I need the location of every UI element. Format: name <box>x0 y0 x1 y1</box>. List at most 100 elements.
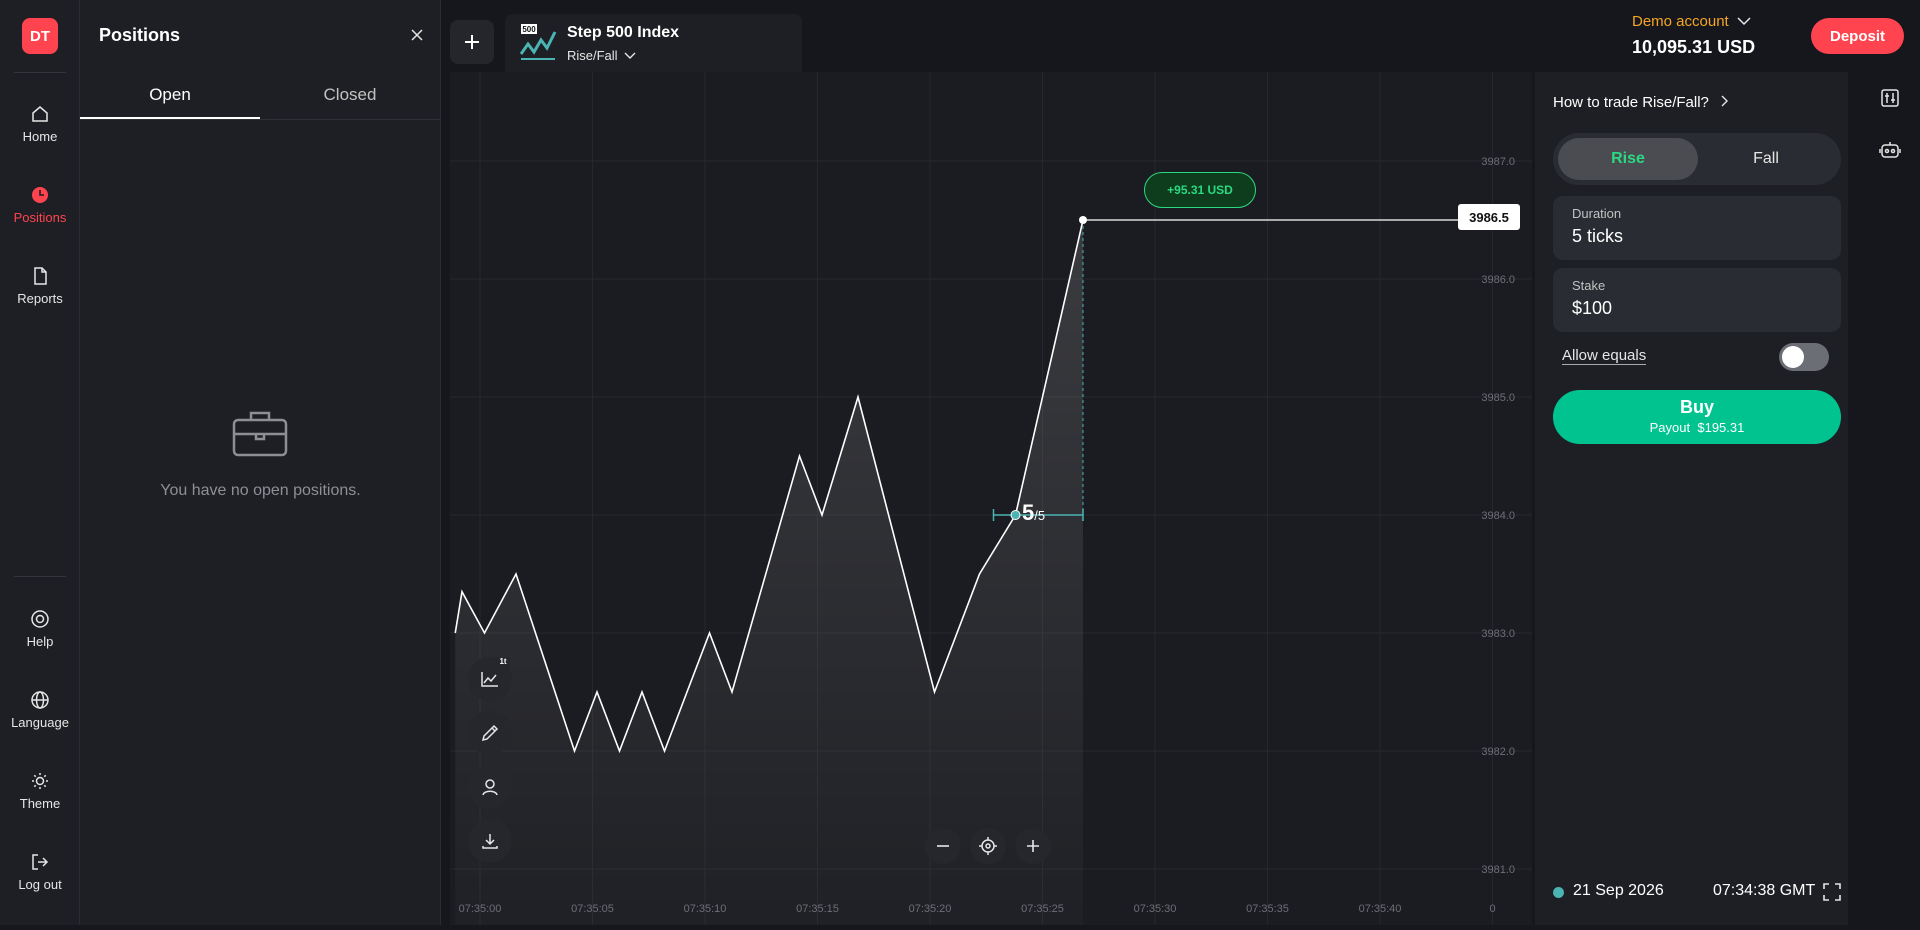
tab-closed[interactable]: Closed <box>260 78 440 119</box>
y-tick-label: 3986.0 <box>1481 274 1515 286</box>
nav-item-language[interactable]: Language <box>0 690 80 730</box>
fullscreen-icon[interactable] <box>1823 883 1841 901</box>
person-icon <box>482 779 498 796</box>
how-to-trade-label: How to trade Rise/Fall? <box>1553 94 1709 111</box>
nav-item-reports[interactable]: Reports <box>0 266 80 306</box>
x-tick-label: 07:35:20 <box>909 903 952 915</box>
positions-tabs: Open Closed <box>80 78 441 120</box>
chart-canvas[interactable]: 3987.0 3986.0 3985.0 3984.0 3983.0 3982.0 3981… <box>450 72 1532 925</box>
trade-panel: How to trade Rise/Fall? Rise Fall Durati… <box>1535 72 1848 925</box>
stake-label: Stake <box>1572 278 1606 293</box>
step-index-icon: 500 <box>519 24 557 60</box>
briefcase-icon <box>232 411 288 457</box>
pencil-icon <box>481 724 499 742</box>
chevron-down-icon <box>624 52 636 59</box>
nav-label: Reports <box>17 291 63 306</box>
x-tick-label: 07:35:00 <box>459 903 502 915</box>
entry-spot-marker <box>1010 510 1021 520</box>
indicators-button[interactable] <box>468 765 512 809</box>
nav-item-theme[interactable]: Theme <box>0 771 80 811</box>
nav-label: Log out <box>18 877 62 892</box>
buy-button[interactable]: Buy Payout $195.31 <box>1553 390 1841 444</box>
chevron-right-icon <box>1721 95 1729 107</box>
stake-field[interactable]: Stake $100 <box>1553 268 1841 332</box>
market-selector[interactable]: 500 Step 500 Index Rise/Fall <box>505 14 802 72</box>
payout-info: Payout $195.31 <box>1553 420 1841 435</box>
zoom-out-button[interactable] <box>925 828 961 864</box>
bot-button[interactable] <box>1874 134 1906 166</box>
tick-counter: 5/5 <box>1022 500 1045 526</box>
close-icon[interactable] <box>408 26 426 44</box>
home-icon <box>32 106 48 122</box>
reset-view-button[interactable] <box>970 828 1006 864</box>
profit-label: +95.31 USD <box>1144 172 1256 208</box>
market-name: Step 500 Index <box>567 24 680 41</box>
chart-type-button[interactable]: 1t <box>468 657 512 701</box>
price-chart[interactable]: 3987.0 3986.0 3985.0 3984.0 3983.0 3982.0 3981… <box>450 72 1532 925</box>
zoom-in-button[interactable] <box>1015 828 1051 864</box>
nav-label: Language <box>11 715 69 730</box>
y-tick-label: 3982.0 <box>1481 746 1515 758</box>
market-badge: 500 <box>522 25 536 34</box>
y-tick-label: 3987.0 <box>1481 156 1515 168</box>
plus-icon <box>465 35 479 49</box>
trade-params-button[interactable] <box>1874 82 1906 114</box>
trade-type-selector[interactable]: Rise/Fall <box>567 48 636 63</box>
duration-label: Duration <box>1572 206 1622 221</box>
plus-icon <box>1027 840 1039 852</box>
add-tab-button[interactable] <box>450 20 494 64</box>
nav-item-home[interactable]: Home <box>0 104 80 144</box>
fall-button[interactable]: Fall <box>1696 138 1836 180</box>
account-type-label: Demo account <box>1632 13 1729 30</box>
current-price-label: 3986.5 <box>1458 204 1520 230</box>
nav-divider <box>14 72 66 73</box>
interval-badge: 1t <box>496 657 510 669</box>
how-to-trade-link[interactable]: How to trade Rise/Fall? <box>1553 94 1729 111</box>
nav-item-help[interactable]: Help <box>0 609 80 649</box>
stake-value: $100 <box>1572 298 1613 318</box>
sun-icon <box>32 773 48 789</box>
download-icon <box>482 834 498 849</box>
clock-icon <box>32 187 48 203</box>
area-chart-icon <box>481 672 498 687</box>
crosshair-icon <box>979 837 997 855</box>
x-tick-label: 07:35:30 <box>1134 903 1177 915</box>
tab-open[interactable]: Open <box>80 78 260 119</box>
y-tick-label: 3983.0 <box>1481 628 1515 640</box>
globe-icon <box>31 691 49 709</box>
account-switcher[interactable]: Demo account <box>1632 13 1751 30</box>
nav-label: Positions <box>13 210 67 225</box>
nav-item-positions[interactable]: Positions <box>0 185 80 225</box>
duration-field[interactable]: Duration 5 ticks <box>1553 196 1841 260</box>
nav-label: Help <box>26 634 54 649</box>
payout-label: Payout <box>1649 420 1691 435</box>
allow-equals-label[interactable]: Allow equals <box>1562 347 1647 365</box>
x-tick-label: 07:35:25 <box>1021 903 1064 915</box>
x-tick-label: 07:35:15 <box>796 903 839 915</box>
side-nav: DT Home Positions Reports Help Language … <box>0 0 80 925</box>
rise-button[interactable]: Rise <box>1558 138 1698 180</box>
rise-fall-toggle: Rise Fall <box>1553 133 1841 185</box>
right-toolbar <box>1860 72 1920 925</box>
y-tick-label: 3984.0 <box>1481 510 1515 522</box>
deposit-button[interactable]: Deposit <box>1811 18 1904 54</box>
account-balance: 10,095.31 USD <box>1632 37 1756 57</box>
drawing-tools-button[interactable] <box>468 711 512 755</box>
nav-label: Home <box>22 129 58 144</box>
nav-item-logout[interactable]: Log out <box>0 852 80 892</box>
positions-panel: Positions Open Closed You have no open p… <box>80 0 441 925</box>
ticks-total: /5 <box>1034 508 1046 523</box>
allow-equals-toggle[interactable] <box>1779 343 1829 371</box>
x-tick-label: 07:35:05 <box>571 903 614 915</box>
connection-status-dot <box>1553 887 1564 898</box>
x-tick-label: 0 <box>1489 903 1495 915</box>
help-icon <box>31 610 49 628</box>
x-tick-label: 07:35:35 <box>1246 903 1289 915</box>
logout-icon <box>32 854 49 870</box>
app-logo[interactable]: DT <box>22 18 58 54</box>
download-button[interactable] <box>468 819 512 863</box>
y-tick-label: 3985.0 <box>1481 392 1515 404</box>
server-time: 07:34:38 GMT <box>1713 882 1816 899</box>
ticks-done: 5 <box>1022 500 1035 525</box>
nav-label: Theme <box>19 796 61 811</box>
